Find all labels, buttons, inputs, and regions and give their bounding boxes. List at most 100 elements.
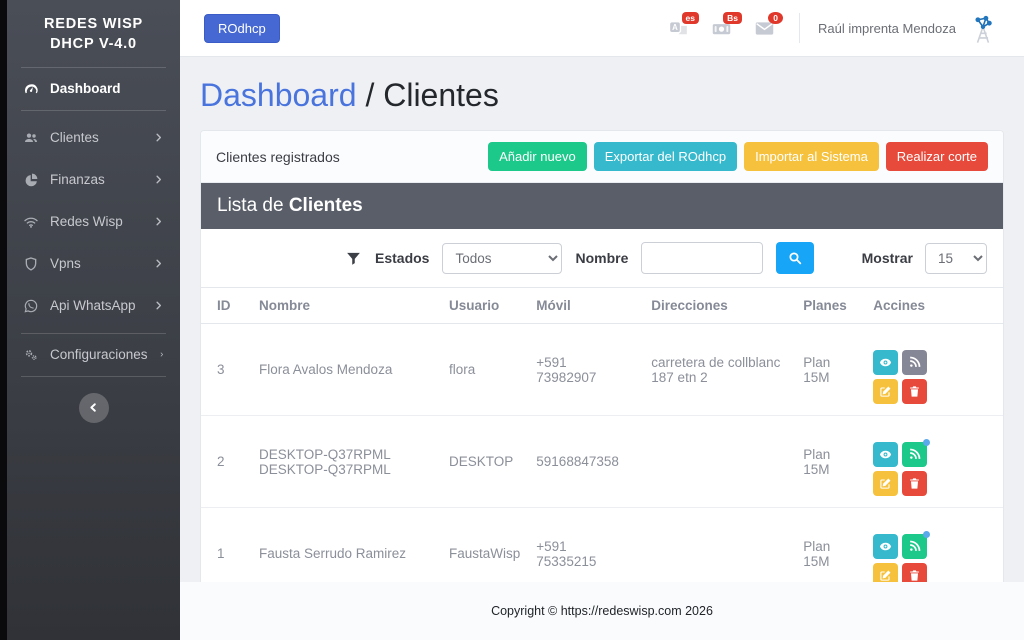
svg-text:A: A bbox=[672, 22, 678, 31]
cell-nombre: Flora Avalos Mendoza bbox=[251, 324, 441, 416]
sidebar-item-label: Redes Wisp bbox=[50, 214, 123, 229]
breadcrumb-dashboard-link[interactable]: Dashboard bbox=[200, 77, 357, 113]
sidebar-item-dashboard[interactable]: Dashboard bbox=[7, 68, 180, 110]
breadcrumb: Dashboard / Clientes bbox=[200, 77, 1004, 114]
edit-icon bbox=[879, 385, 892, 398]
chevron-right-icon bbox=[159, 349, 164, 360]
sidebar-item-label: Finanzas bbox=[50, 172, 105, 187]
users-icon bbox=[23, 130, 39, 146]
cell-nombre: Fausta Serrudo Ramirez bbox=[251, 508, 441, 583]
cell-usuario: DESKTOP bbox=[441, 416, 528, 508]
chevron-right-icon bbox=[153, 132, 164, 143]
col-header-id: ID bbox=[201, 288, 251, 324]
export-rodhcp-button[interactable]: Exportar del ROdhcp bbox=[594, 142, 737, 171]
sidebar-item-label: Api WhatsApp bbox=[50, 298, 136, 313]
antenna-avatar-icon[interactable] bbox=[966, 11, 1000, 45]
sidebar-item-finanzas[interactable]: Finanzas bbox=[7, 159, 180, 201]
sidebar-item-vpns[interactable]: Vpns bbox=[7, 243, 180, 285]
gauge-icon bbox=[23, 81, 39, 97]
delete-client-button[interactable] bbox=[902, 563, 927, 582]
cell-direcciones bbox=[643, 416, 795, 508]
main-content: Dashboard / Clientes Clientes registrado… bbox=[180, 57, 1024, 582]
import-system-button[interactable]: Importar al Sistema bbox=[744, 142, 879, 171]
estados-select[interactable]: Todos bbox=[442, 243, 562, 274]
cell-movil: 59168847358 bbox=[528, 416, 643, 508]
currency-menu[interactable]: Bs bbox=[711, 18, 732, 39]
view-client-button[interactable] bbox=[873, 350, 898, 375]
cell-movil: +591 73982907 bbox=[528, 324, 643, 416]
table-row: 1 Fausta Serrudo Ramirez FaustaWisp +591… bbox=[201, 508, 1003, 583]
sidebar-item-label: Dashboard bbox=[50, 81, 121, 96]
rss-icon bbox=[908, 356, 921, 369]
rss-button[interactable] bbox=[902, 350, 927, 375]
sidebar-item-clientes[interactable]: Clientes bbox=[7, 117, 180, 159]
chevron-right-icon bbox=[153, 216, 164, 227]
user-name[interactable]: Raúl imprenta Mendoza bbox=[818, 21, 956, 36]
wifi-icon bbox=[23, 214, 39, 230]
topbar: ROdhcp A es Bs bbox=[180, 0, 1024, 57]
delete-client-button[interactable] bbox=[902, 379, 927, 404]
rss-icon bbox=[908, 540, 921, 553]
pie-chart-icon bbox=[23, 172, 39, 188]
eye-icon bbox=[879, 448, 892, 461]
cell-planes: Plan 15M bbox=[795, 416, 865, 508]
col-header-movil: Móvil bbox=[528, 288, 643, 324]
nombre-search-input[interactable] bbox=[641, 242, 763, 274]
col-header-planes: Planes bbox=[795, 288, 865, 324]
whatsapp-icon bbox=[23, 298, 39, 314]
sidebar-item-label: Configuraciones bbox=[50, 347, 148, 362]
table-header-row: ID Nombre Usuario Móvil Direcciones Plan… bbox=[201, 288, 1003, 324]
cell-usuario: flora bbox=[441, 324, 528, 416]
view-client-button[interactable] bbox=[873, 442, 898, 467]
sidebar: REDES WISP DHCP V-4.0 Dashboard Clientes bbox=[0, 0, 180, 640]
rss-button[interactable] bbox=[902, 534, 927, 559]
edit-client-button[interactable] bbox=[873, 379, 898, 404]
edit-client-button[interactable] bbox=[873, 563, 898, 582]
rodhcp-button[interactable]: ROdhcp bbox=[204, 14, 280, 43]
search-button[interactable] bbox=[776, 242, 814, 274]
filter-row: Estados Todos Nombre Mostrar bbox=[201, 229, 1003, 287]
view-client-button[interactable] bbox=[873, 534, 898, 559]
divider bbox=[799, 13, 800, 43]
sidebar-item-label: Vpns bbox=[50, 256, 81, 271]
col-header-usuario: Usuario bbox=[441, 288, 528, 324]
copyright-text: Copyright © https://redeswisp.com 2026 bbox=[491, 604, 713, 618]
divider bbox=[21, 376, 166, 377]
clients-card: Clientes registrados Añadir nuevo Export… bbox=[200, 130, 1004, 582]
mostrar-label: Mostrar bbox=[862, 250, 913, 266]
eye-icon bbox=[879, 540, 892, 553]
cell-id: 2 bbox=[201, 416, 251, 508]
sidebar-item-redes-wisp[interactable]: Redes Wisp bbox=[7, 201, 180, 243]
col-header-accines: Accines bbox=[865, 288, 1003, 324]
app-window: REDES WISP DHCP V-4.0 Dashboard Clientes bbox=[0, 0, 1024, 640]
edit-icon bbox=[879, 569, 892, 582]
cell-usuario: FaustaWisp bbox=[441, 508, 528, 583]
filter-funnel-icon bbox=[345, 250, 362, 267]
chevron-left-icon bbox=[87, 401, 100, 414]
shield-icon bbox=[23, 256, 39, 272]
trash-icon bbox=[908, 569, 921, 582]
add-new-button[interactable]: Añadir nuevo bbox=[488, 142, 587, 171]
breadcrumb-separator: / bbox=[357, 77, 384, 113]
sidebar-item-configuraciones[interactable]: Configuraciones bbox=[7, 334, 180, 376]
cut-service-button[interactable]: Realizar corte bbox=[886, 142, 988, 171]
messages-menu[interactable]: 0 bbox=[754, 18, 775, 39]
list-title-bar: Lista de Clientes bbox=[201, 183, 1003, 229]
delete-client-button[interactable] bbox=[902, 471, 927, 496]
rss-icon bbox=[908, 448, 921, 461]
language-badge: es bbox=[682, 12, 699, 25]
sidebar-collapse-button[interactable] bbox=[79, 393, 109, 423]
language-menu[interactable]: A es bbox=[668, 18, 689, 39]
sidebar-item-api-whatsapp[interactable]: Api WhatsApp bbox=[7, 285, 180, 327]
sidebar-item-label: Clientes bbox=[50, 130, 99, 145]
rss-button[interactable] bbox=[902, 442, 927, 467]
cell-id: 1 bbox=[201, 508, 251, 583]
cell-direcciones: carretera de collblanc 187 etn 2 bbox=[643, 324, 795, 416]
card-header: Clientes registrados Añadir nuevo Export… bbox=[201, 131, 1003, 183]
search-icon bbox=[787, 250, 803, 266]
edit-client-button[interactable] bbox=[873, 471, 898, 496]
currency-badge: Bs bbox=[723, 12, 742, 25]
chevron-right-icon bbox=[153, 258, 164, 269]
clients-table: ID Nombre Usuario Móvil Direcciones Plan… bbox=[201, 287, 1003, 582]
mostrar-select[interactable]: 15 bbox=[925, 243, 987, 274]
